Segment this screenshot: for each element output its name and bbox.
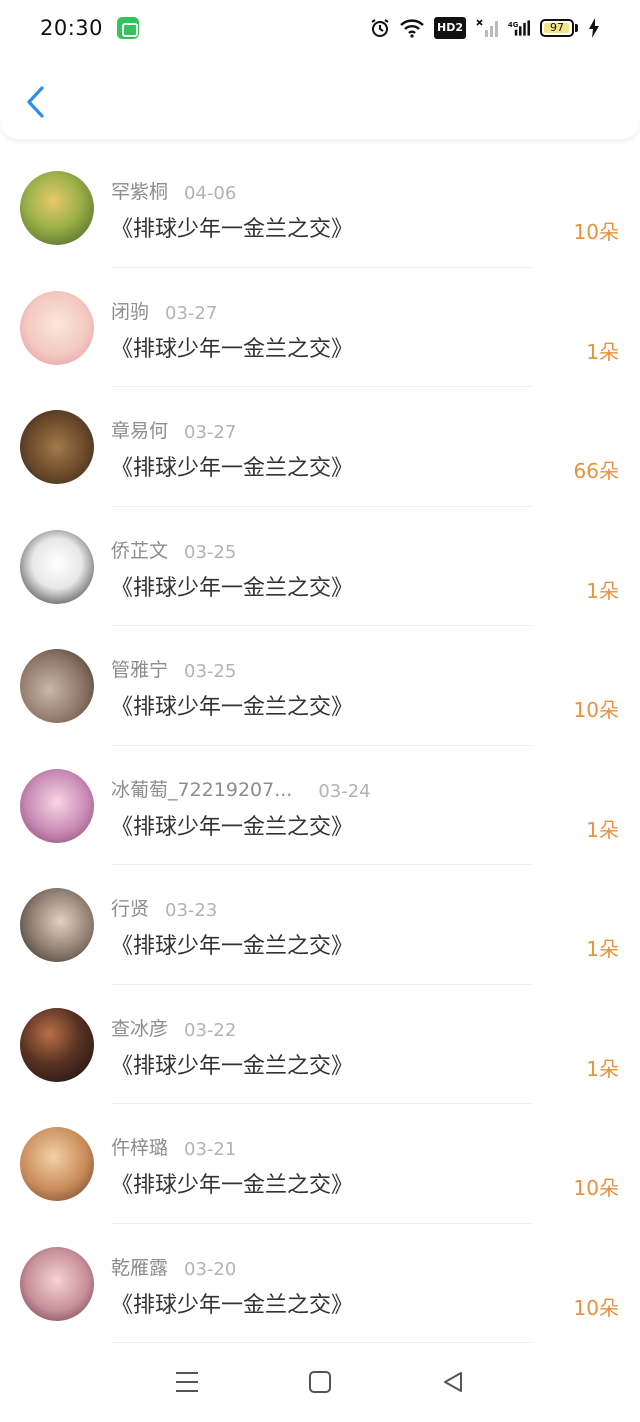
signal-4g-icon: 4G bbox=[508, 17, 530, 39]
date: 03-21 bbox=[184, 1139, 237, 1160]
name-line: 侨芷文 03-25 bbox=[111, 536, 236, 563]
gift-list: 罕紫桐 04-06 《排球少年一金兰之交》 10朵 闭驹 03-27 《排球少年一金… bbox=[0, 148, 640, 1343]
signal-x-icon bbox=[476, 17, 498, 39]
battery-body: 97 bbox=[540, 19, 574, 37]
flower-count: 66朵 bbox=[573, 459, 619, 483]
book-title[interactable]: 《排球少年一金兰之交》 bbox=[111, 450, 353, 482]
list-item[interactable]: 章易何 03-27 《排球少年一金兰之交》 66朵 bbox=[0, 387, 640, 507]
charging-icon bbox=[588, 17, 600, 39]
avatar[interactable] bbox=[20, 888, 94, 962]
avatar[interactable] bbox=[20, 1127, 94, 1201]
system-nav-bar bbox=[0, 1342, 640, 1422]
flower-count: 10朵 bbox=[573, 220, 619, 244]
flower-count: 1朵 bbox=[586, 937, 619, 961]
date: 03-20 bbox=[184, 1258, 237, 1280]
square-home-icon bbox=[308, 1371, 331, 1393]
date: 04-06 bbox=[184, 183, 237, 204]
username[interactable]: 罕紫桐 bbox=[111, 177, 168, 204]
name-line: 仵梓璐 03-21 bbox=[111, 1133, 236, 1160]
date: 03-23 bbox=[165, 900, 218, 921]
username[interactable]: 管雅宁 bbox=[111, 655, 168, 682]
name-line: 查冰彦 03-22 bbox=[111, 1014, 236, 1041]
hd-badge: HD2 bbox=[434, 17, 466, 39]
list-item[interactable]: 罕紫桐 04-06 《排球少年一金兰之交》 10朵 bbox=[0, 148, 640, 268]
battery-level: 97 bbox=[550, 21, 564, 34]
flower-count: 1朵 bbox=[586, 817, 619, 842]
username[interactable]: 章易何 bbox=[111, 416, 168, 443]
flower-count: 1朵 bbox=[586, 1056, 619, 1081]
avatar[interactable] bbox=[20, 1246, 94, 1321]
home-button[interactable] bbox=[300, 1362, 340, 1402]
avatar[interactable] bbox=[20, 1007, 94, 1082]
username[interactable]: 行贤 bbox=[111, 894, 149, 921]
flower-count: 1朵 bbox=[586, 578, 619, 603]
svg-text:4G: 4G bbox=[508, 21, 519, 29]
flower-count: 10朵 bbox=[573, 698, 619, 722]
status-icons: HD2 4G 97 bbox=[370, 17, 600, 39]
name-line: 乾雁露 03-20 bbox=[111, 1253, 236, 1280]
avatar[interactable] bbox=[20, 290, 94, 365]
avatar[interactable] bbox=[20, 529, 94, 604]
nav-back-button[interactable] bbox=[433, 1362, 473, 1402]
date: 03-24 bbox=[318, 780, 371, 802]
battery-tip bbox=[575, 24, 578, 32]
triangle-back-icon bbox=[444, 1372, 463, 1392]
date: 03-27 bbox=[184, 422, 237, 443]
wifi-icon bbox=[400, 17, 424, 39]
date: 03-22 bbox=[184, 1019, 237, 1041]
chevron-left-icon bbox=[27, 86, 44, 118]
name-line: 章易何 03-27 bbox=[111, 416, 236, 443]
book-title[interactable]: 《排球少年一金兰之交》 bbox=[111, 689, 353, 721]
date: 03-25 bbox=[184, 541, 237, 563]
alarm-icon bbox=[370, 17, 390, 39]
menu-icon bbox=[175, 1372, 198, 1392]
username[interactable]: 查冰彦 bbox=[111, 1014, 168, 1041]
screen: 20:30 HD2 4G 97 罕紫桐 04-06 《排球少年一金兰之交》 10… bbox=[0, 0, 640, 1422]
list-item[interactable]: 行贤 03-23 《排球少年一金兰之交》 1朵 bbox=[0, 865, 640, 985]
battery-indicator: 97 bbox=[540, 19, 578, 37]
username[interactable]: 乾雁露 bbox=[111, 1253, 168, 1280]
username[interactable]: 冰葡萄_72219207... bbox=[111, 775, 292, 802]
avatar[interactable] bbox=[20, 410, 94, 484]
avatar[interactable] bbox=[20, 768, 94, 843]
book-title[interactable]: 《排球少年一金兰之交》 bbox=[111, 211, 353, 243]
back-button[interactable] bbox=[18, 82, 52, 122]
date: 03-27 bbox=[165, 302, 218, 324]
username[interactable]: 侨芷文 bbox=[111, 536, 168, 563]
book-title[interactable]: 《排球少年一金兰之交》 bbox=[111, 1048, 353, 1080]
list-item[interactable]: 查冰彦 03-22 《排球少年一金兰之交》 1朵 bbox=[0, 985, 640, 1104]
name-line: 闭驹 03-27 bbox=[111, 297, 217, 324]
book-title[interactable]: 《排球少年一金兰之交》 bbox=[111, 331, 353, 363]
book-title[interactable]: 《排球少年一金兰之交》 bbox=[111, 570, 353, 602]
book-title[interactable]: 《排球少年一金兰之交》 bbox=[111, 1167, 353, 1199]
name-line: 管雅宁 03-25 bbox=[111, 655, 236, 682]
status-bar: 20:30 HD2 4G 97 bbox=[0, 0, 640, 56]
header bbox=[0, 56, 640, 140]
flower-count: 1朵 bbox=[586, 339, 619, 364]
book-title[interactable]: 《排球少年一金兰之交》 bbox=[111, 1287, 353, 1319]
list-item[interactable]: 乾雁露 03-20 《排球少年一金兰之交》 10朵 bbox=[0, 1224, 640, 1343]
flower-count: 10朵 bbox=[573, 1176, 619, 1200]
username[interactable]: 仵梓璐 bbox=[111, 1133, 168, 1160]
avatar[interactable] bbox=[20, 649, 94, 723]
flower-count: 10朵 bbox=[573, 1295, 619, 1320]
date: 03-25 bbox=[184, 661, 237, 682]
list-item[interactable]: 冰葡萄_72219207... 03-24 《排球少年一金兰之交》 1朵 bbox=[0, 746, 640, 865]
name-line: 冰葡萄_72219207... 03-24 bbox=[111, 775, 371, 802]
list-item[interactable]: 侨芷文 03-25 《排球少年一金兰之交》 1朵 bbox=[0, 507, 640, 626]
avatar[interactable] bbox=[20, 171, 94, 245]
book-title[interactable]: 《排球少年一金兰之交》 bbox=[111, 809, 353, 841]
list-item[interactable]: 管雅宁 03-25 《排球少年一金兰之交》 10朵 bbox=[0, 626, 640, 746]
username[interactable]: 闭驹 bbox=[111, 297, 149, 324]
list-item[interactable]: 仵梓璐 03-21 《排球少年一金兰之交》 10朵 bbox=[0, 1104, 640, 1224]
status-time: 20:30 bbox=[40, 16, 104, 40]
name-line: 行贤 03-23 bbox=[111, 894, 217, 921]
name-line: 罕紫桐 04-06 bbox=[111, 177, 236, 204]
wechat-notification-icon bbox=[117, 17, 140, 39]
menu-button[interactable] bbox=[167, 1362, 207, 1402]
list-item[interactable]: 闭驹 03-27 《排球少年一金兰之交》 1朵 bbox=[0, 268, 640, 387]
book-title[interactable]: 《排球少年一金兰之交》 bbox=[111, 928, 353, 960]
